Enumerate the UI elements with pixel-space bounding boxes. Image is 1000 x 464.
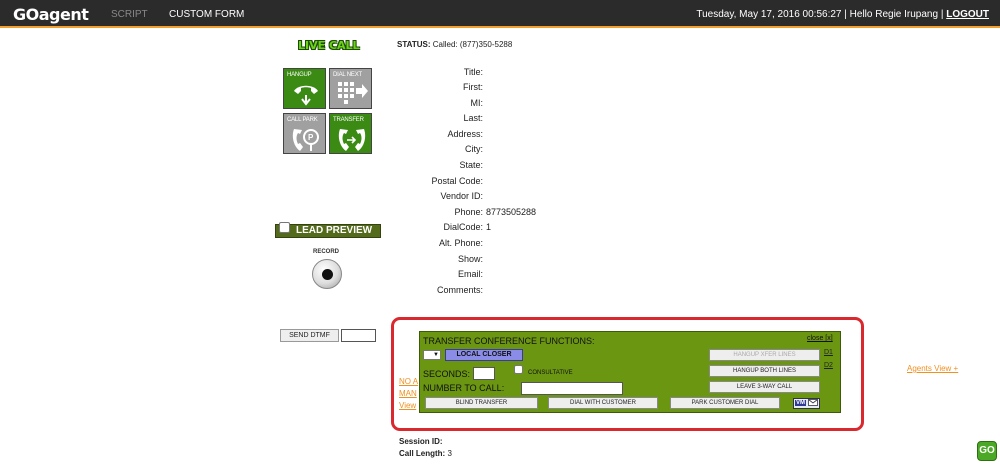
field-label: Title: [463,67,483,77]
dial-next-icon [338,82,368,104]
field-label: Alt. Phone: [438,238,483,248]
header-separator: | [940,9,944,20]
lead-field-row: MI: [390,98,690,110]
lead-field-row: First: [390,82,690,94]
call-park-icon: P [292,129,319,151]
lead-preview-toggle[interactable]: LEAD PREVIEW [275,222,381,238]
lead-field-row: Email: [390,269,690,281]
header-separator: | [844,9,847,20]
lead-field-row: State: [390,160,690,172]
svg-text:P: P [308,133,314,142]
lead-field-row: DialCode: 1 [390,222,690,234]
header-user-info: Tuesday, May 17, 2016 00:56:27 | Hello R… [696,9,989,20]
field-value: 1 [486,222,492,232]
logout-link[interactable]: LOGOUT [946,9,989,20]
session-id: Session ID: [399,437,443,446]
field-label: MI: [470,98,484,108]
field-label: Last: [463,113,483,123]
send-dtmf-button[interactable]: SEND DTMF [280,329,339,342]
lead-field-row: Comments: [390,285,690,297]
lead-field-row: Show: [390,254,690,266]
transfer-button[interactable]: TRANSFER [329,113,372,154]
call-length: Call Length: 3 [399,449,452,458]
dial-next-button[interactable]: DIAL NEXT [329,68,372,109]
nav-custom-form-tab[interactable]: CUSTOM FORM [169,9,244,20]
call-status: STATUS: Called: (877)350-5288 [397,40,512,49]
lead-field-row: Address: [390,129,690,141]
nav-script-tab[interactable]: SCRIPT [111,9,148,20]
field-value: 8773505288 [486,207,537,217]
lead-field-row: Postal Code: [390,176,690,188]
record-dot-icon [322,269,333,280]
hangup-button[interactable]: HANGUP [283,68,326,109]
call-length-value: 3 [447,449,452,458]
call-length-label: Call Length: [399,449,446,458]
go-badge-button[interactable]: GO [977,441,997,461]
field-label: Vendor ID: [440,191,483,201]
lead-field-row: Phone: 8773505288 [390,207,690,219]
lead-field-row: Vendor ID: [390,191,690,203]
highlight-outline [391,317,864,431]
field-label: Comments: [436,285,483,295]
lead-field-row: Title: [390,67,690,79]
lead-preview-label: LEAD PREVIEW [296,225,373,236]
lead-field-row: Alt. Phone: [390,238,690,250]
dial-next-label: DIAL NEXT [333,72,362,78]
status-value: Called: (877)350-5288 [432,40,513,49]
lead-field-row: City: [390,144,690,156]
record-label: RECORD [313,249,340,255]
lead-field-row: Last: [390,113,690,125]
call-park-label: CALL PARK [287,117,318,123]
session-id-label: Session ID: [399,437,443,446]
live-call-badge: LIVE CALL [298,39,360,52]
transfer-label: TRANSFER [333,117,364,123]
call-park-button[interactable]: CALL PARK P [283,113,326,154]
field-label: Postal Code: [431,176,483,186]
agents-view-link[interactable]: Agents View + [907,364,958,373]
field-label: Show: [457,254,483,264]
field-label: Phone: [454,207,483,217]
header-greeting: Hello Regie Irupang [849,9,939,20]
lead-preview-checkbox[interactable] [279,222,290,233]
hangup-phone-icon [294,85,318,106]
transfer-call-icon [338,129,366,151]
header-datetime: Tuesday, May 17, 2016 00:56:27 [696,9,842,20]
status-label: STATUS: [397,40,431,49]
field-label: First: [463,82,483,92]
field-label: City: [465,144,483,154]
top-bar: GOagent SCRIPT CUSTOM FORM Tuesday, May … [0,0,1000,28]
field-label: Address: [447,129,483,139]
hangup-label: HANGUP [287,72,312,78]
record-button[interactable] [312,259,342,289]
dtmf-input[interactable] [341,329,376,342]
goagent-logo: GOagent [13,5,89,24]
field-label: State: [459,160,483,170]
field-label: Email: [457,269,483,279]
field-label: DialCode: [443,222,483,232]
